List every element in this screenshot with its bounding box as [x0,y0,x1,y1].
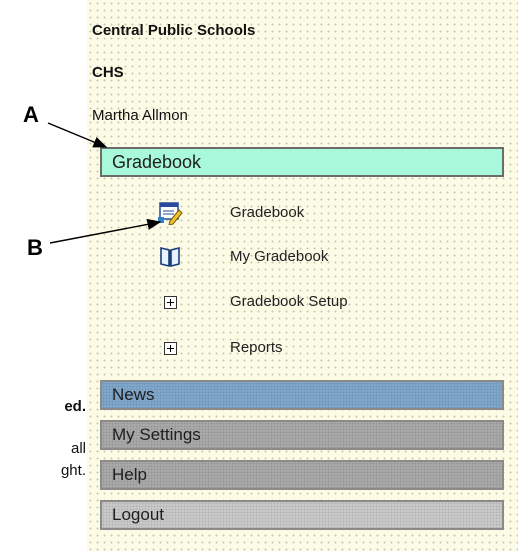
callout-arrow-b [49,218,162,244]
callout-arrow-a [47,122,108,148]
callout-arrows [47,122,162,244]
